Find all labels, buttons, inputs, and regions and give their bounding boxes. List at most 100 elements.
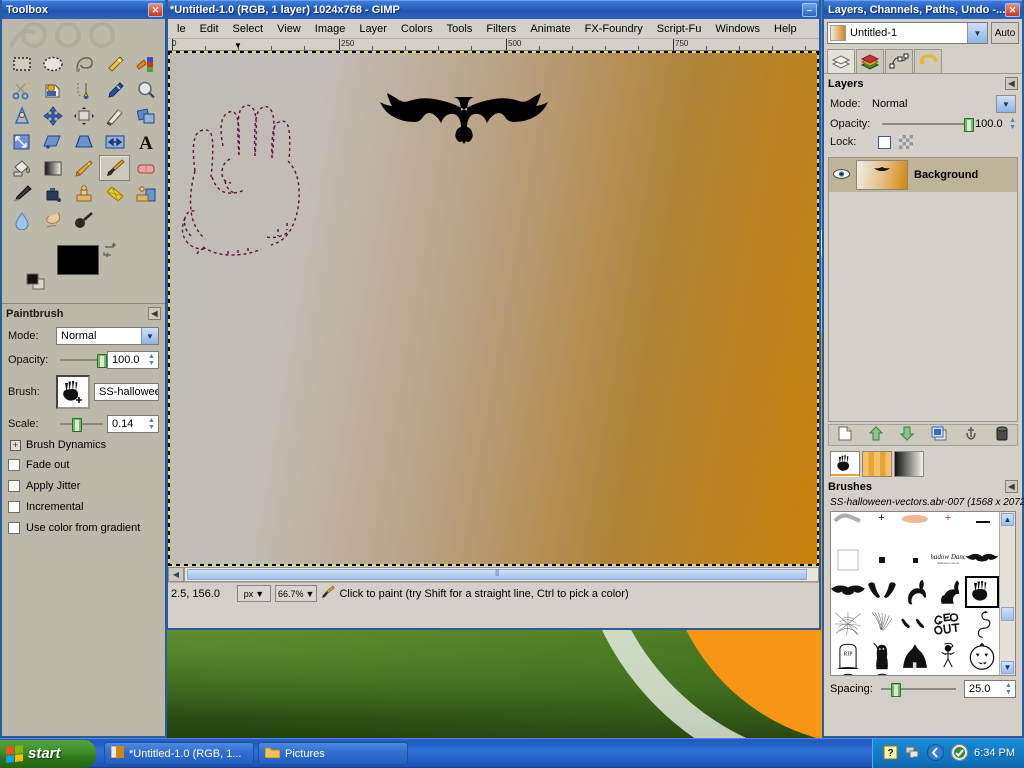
dock-image-select[interactable]: Untitled-1 ▼	[827, 22, 988, 44]
haunted-house-brush[interactable]	[898, 640, 931, 672]
grim-reaper-brush[interactable]	[865, 640, 898, 672]
fade-out-checkbox[interactable]	[8, 459, 20, 471]
tool-options-collapse-button[interactable]: ◀	[148, 307, 161, 320]
menu-script-fu[interactable]: Script-Fu	[650, 21, 709, 37]
menu-view[interactable]: View	[270, 21, 308, 37]
zoom-tool[interactable]	[130, 77, 161, 103]
fade-out-checkbox-row[interactable]: Fade out	[8, 459, 159, 471]
canvas-area[interactable]	[168, 51, 819, 566]
perspective-clone-tool[interactable]	[130, 181, 161, 207]
flip-tool[interactable]	[99, 129, 130, 155]
scale-slider[interactable]	[60, 417, 103, 432]
start-button[interactable]: start	[0, 739, 96, 768]
paths-tool[interactable]	[68, 77, 99, 103]
menu-help[interactable]: Help	[767, 21, 804, 37]
network-icon[interactable]	[905, 745, 920, 763]
apply-jitter-checkbox-row[interactable]: Apply Jitter	[8, 480, 159, 492]
cat-sitting-brush[interactable]	[931, 576, 965, 608]
taskbar-pictures-button[interactable]: Pictures	[258, 742, 408, 765]
scroll-down-button[interactable]: ▼	[1001, 661, 1014, 674]
default-colors-icon[interactable]	[26, 273, 46, 291]
image-canvas[interactable]	[168, 51, 819, 566]
ellipse-select-tool[interactable]	[37, 51, 68, 77]
shear-tool[interactable]	[37, 129, 68, 155]
new-layer-button[interactable]	[838, 426, 852, 444]
layers-tab[interactable]	[827, 49, 855, 73]
ink-tool[interactable]	[37, 181, 68, 207]
menu-filters[interactable]: Filters	[479, 21, 523, 37]
opacity-slider[interactable]	[60, 353, 107, 368]
minimize-icon[interactable]: –	[802, 3, 817, 17]
get-out-text-brush[interactable]	[931, 608, 965, 640]
clone-tool[interactable]	[68, 181, 99, 207]
table-row[interactable]: Background	[829, 158, 1017, 192]
menu-fx-foundry[interactable]: FX-Foundry	[578, 21, 650, 37]
blank-brush[interactable]	[965, 512, 999, 544]
channels-tab[interactable]	[856, 49, 884, 73]
expander-plus-icon[interactable]: +	[10, 439, 21, 451]
chevron-down-icon[interactable]: ▼	[967, 23, 987, 43]
menu-file[interactable]: le	[170, 21, 193, 37]
unit-select[interactable]: px ▼	[237, 585, 271, 602]
incremental-checkbox-row[interactable]: Incremental	[8, 501, 159, 513]
pencil-tool[interactable]	[68, 155, 99, 181]
blur-sharpen-tool[interactable]	[6, 207, 37, 233]
dodge-burn-tool[interactable]	[68, 207, 99, 233]
eye-icon[interactable]	[833, 168, 850, 183]
chevron-down-icon[interactable]: ▼	[255, 589, 264, 599]
help-icon[interactable]: ?	[883, 745, 898, 763]
brush-grid-wrap[interactable]: + + Shadow Dancehalloween vectors	[830, 511, 1016, 676]
swap-colors-icon[interactable]	[102, 241, 118, 260]
bat-spread-brush[interactable]	[831, 576, 865, 608]
color-picker-tool[interactable]	[99, 77, 130, 103]
close-icon[interactable]: ✕	[148, 3, 163, 17]
opacity-input[interactable]: 100.0 ▲ ▼	[107, 351, 159, 369]
brush-grid[interactable]: + + Shadow Dancehalloween vectors	[831, 512, 999, 675]
image-window-titlebar[interactable]: *Untitled-1.0 (RGB, 1 layer) 1024x768 - …	[168, 0, 819, 19]
chevron-down-icon[interactable]: ▼	[141, 328, 158, 344]
airbrush-tool[interactable]	[6, 181, 37, 207]
use-color-from-gradient-checkbox[interactable]	[8, 522, 20, 534]
toolbox-titlebar[interactable]: Toolbox ✕	[2, 0, 165, 19]
brush-scroll-thumb[interactable]	[1001, 607, 1014, 621]
scale-input[interactable]: 0.14 ▲ ▼	[107, 415, 159, 433]
hscroll-track[interactable]	[184, 566, 819, 582]
horizontal-scrollbar[interactable]: ◀	[168, 566, 819, 582]
menu-colors[interactable]: Colors	[394, 21, 440, 37]
move-tool[interactable]	[37, 103, 68, 129]
snake-brush[interactable]	[965, 608, 999, 640]
soft-smear-brush[interactable]	[831, 512, 865, 544]
pumpkin-small2-brush[interactable]	[865, 672, 898, 675]
free-select-tool[interactable]	[68, 51, 99, 77]
chevron-down-icon[interactable]: ▼	[306, 589, 315, 599]
lower-layer-button[interactable]	[899, 426, 914, 444]
rip-tombstone-brush[interactable]: RIP	[831, 640, 865, 672]
spacing-stepper[interactable]: ▲ ▼	[1003, 681, 1014, 697]
eraser-tool[interactable]	[130, 155, 161, 181]
gradient-tool[interactable]	[37, 155, 68, 181]
smudge-tool[interactable]	[37, 207, 68, 233]
menu-animate[interactable]: Animate	[523, 21, 577, 37]
brush-name-field[interactable]: SS-halloween-vect	[94, 383, 159, 401]
cat-arched-brush[interactable]	[898, 576, 931, 608]
taskbar-gimp-button[interactable]: *Untitled-1.0 (RGB, 1...	[104, 742, 254, 765]
hscroll-thumb[interactable]	[187, 568, 808, 580]
scroll-up-button[interactable]: ▲	[1001, 513, 1014, 526]
pumpkin-small-brush[interactable]	[831, 672, 865, 675]
brush-preview-button[interactable]	[56, 375, 90, 409]
align-tool[interactable]	[68, 103, 99, 129]
bucket-fill-tool[interactable]	[6, 155, 37, 181]
handprint-brush[interactable]	[965, 576, 999, 608]
paintbrush-tool[interactable]	[99, 155, 130, 181]
scale-tool[interactable]	[6, 129, 37, 155]
duplicate-layer-button[interactable]	[931, 426, 947, 444]
jack-eyes2-brush[interactable]	[931, 672, 965, 675]
soft-blob-brush[interactable]	[898, 512, 931, 544]
jack-eyes-brush[interactable]	[898, 672, 931, 675]
undo-history-tab[interactable]	[914, 49, 942, 73]
crescent-moon-brush[interactable]	[965, 672, 999, 675]
perspective-tool[interactable]	[68, 129, 99, 155]
layer-opacity-stepper[interactable]: ▲ ▼	[1009, 117, 1016, 131]
select-by-color-tool[interactable]	[130, 51, 161, 77]
menu-windows[interactable]: Windows	[708, 21, 767, 37]
